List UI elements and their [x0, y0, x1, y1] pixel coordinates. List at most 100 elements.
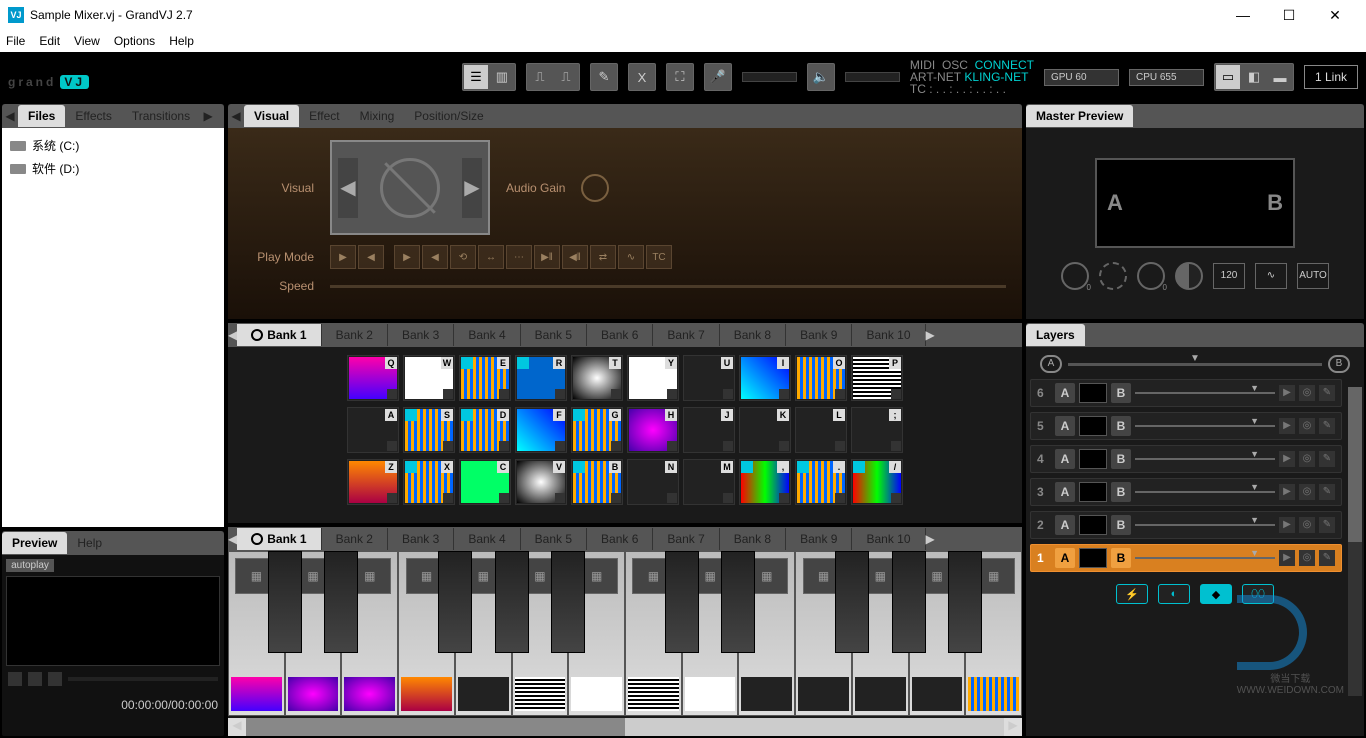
layer-b-button[interactable]: B — [1111, 515, 1131, 535]
menu-help[interactable]: Help — [169, 34, 194, 48]
bank-cell[interactable]: Z — [347, 459, 399, 505]
link-indicator[interactable]: 1 Link — [1304, 65, 1358, 89]
layer-a-button[interactable]: A — [1055, 482, 1075, 502]
bank2-tab-2[interactable]: Bank 2 — [322, 528, 388, 550]
tool-button-1[interactable]: ⎍ — [528, 65, 552, 89]
layer-a-button[interactable]: A — [1055, 449, 1075, 469]
bank2-tab-8[interactable]: Bank 8 — [720, 528, 786, 550]
bank2-tab-6[interactable]: Bank 6 — [587, 528, 653, 550]
bank-cell[interactable]: R — [515, 355, 567, 401]
minimize-button[interactable]: ― — [1220, 0, 1266, 30]
bank-cell[interactable]: . — [795, 459, 847, 505]
pm-pause2[interactable]: ◀‖ — [562, 245, 588, 269]
close-button[interactable]: ✕ — [1312, 0, 1358, 30]
layer-slider[interactable] — [1135, 524, 1275, 526]
layer-play-icon[interactable]: ▶ — [1279, 517, 1295, 533]
layer-edit-icon[interactable]: ✎ — [1319, 550, 1335, 566]
piano-black-key[interactable] — [948, 551, 982, 653]
layout-2-button[interactable]: ◧ — [1242, 65, 1266, 89]
bank2-tab-4[interactable]: Bank 4 — [454, 528, 520, 550]
drive-d[interactable]: 软件 (D:) — [8, 157, 218, 180]
bank-tab-5[interactable]: Bank 5 — [521, 324, 587, 346]
visual-slot[interactable]: ◀ ▶ — [330, 140, 490, 235]
file-browser[interactable]: 系统 (C:) 软件 (D:) — [2, 128, 224, 527]
drive-c[interactable]: 系统 (C:) — [8, 134, 218, 157]
bank-cell[interactable]: T — [571, 355, 623, 401]
bank2-prev[interactable]: ◀ — [228, 532, 237, 546]
tab-mixing[interactable]: Mixing — [350, 105, 405, 127]
layer-edit-icon[interactable]: ✎ — [1319, 484, 1335, 500]
bank-cell[interactable]: J — [683, 407, 735, 453]
layer-edit-icon[interactable]: ✎ — [1319, 451, 1335, 467]
contrast-knob[interactable] — [1175, 262, 1203, 290]
pm-back[interactable]: ◀ — [358, 245, 384, 269]
preview-vol[interactable] — [48, 672, 62, 686]
layer-b-button[interactable]: B — [1111, 482, 1131, 502]
layer-slider[interactable] — [1135, 491, 1275, 493]
bank-tab-7[interactable]: Bank 7 — [653, 324, 719, 346]
layer-row[interactable]: 3 A B ▶ ◎ ✎ — [1030, 478, 1342, 506]
bank-cell[interactable]: A — [347, 407, 399, 453]
layer-play-icon[interactable]: ▶ — [1279, 484, 1295, 500]
layer-b-button[interactable]: B — [1111, 416, 1131, 436]
bank-cell[interactable]: S — [403, 407, 455, 453]
bank-tab-4[interactable]: Bank 4 — [454, 324, 520, 346]
maximize-button[interactable]: ☐ — [1266, 0, 1312, 30]
bank-cell[interactable]: G — [571, 407, 623, 453]
layer-target-icon[interactable]: ◎ — [1299, 517, 1315, 533]
layer-flash-icon[interactable]: ⚡ — [1116, 584, 1148, 604]
bank-cell[interactable]: Y — [627, 355, 679, 401]
preview-play[interactable] — [8, 672, 22, 686]
layer-row[interactable]: 5 A B ▶ ◎ ✎ — [1030, 412, 1342, 440]
pm-tc[interactable]: TC — [646, 245, 672, 269]
bank-cell[interactable]: ; — [851, 407, 903, 453]
mic-button[interactable]: 🎤 — [706, 65, 730, 89]
auto-box[interactable]: AUTO — [1297, 263, 1329, 289]
layer-play-icon[interactable]: ▶ — [1279, 418, 1295, 434]
menu-view[interactable]: View — [74, 34, 100, 48]
piano-black-key[interactable] — [551, 551, 585, 653]
layer-a-button[interactable]: A — [1055, 515, 1075, 535]
bank2-tab-3[interactable]: Bank 3 — [388, 528, 454, 550]
knob-3[interactable]: 0 — [1137, 262, 1165, 290]
layer-a-button[interactable]: A — [1055, 416, 1075, 436]
speaker-button[interactable]: 🔈 — [809, 65, 833, 89]
piano-black-key[interactable] — [324, 551, 358, 653]
tab-files[interactable]: Files — [18, 105, 65, 127]
layer-play-icon[interactable]: ▶ — [1279, 385, 1295, 401]
vtab-prev[interactable]: ◀ — [228, 109, 244, 123]
bank-cell[interactable]: E — [459, 355, 511, 401]
wave-box[interactable]: ∿ — [1255, 263, 1287, 289]
layers-scrollbar[interactable] — [1348, 387, 1362, 696]
piano-black-key[interactable] — [268, 551, 302, 653]
bank-cell[interactable]: N — [627, 459, 679, 505]
bank-cell[interactable]: P — [851, 355, 903, 401]
bank-tab-6[interactable]: Bank 6 — [587, 324, 653, 346]
pm-fwd[interactable]: ▶ — [394, 245, 420, 269]
layout-3-button[interactable]: ▬ — [1268, 65, 1292, 89]
layer-link-icon[interactable]: ⬯⬯ — [1242, 584, 1274, 604]
tab-effects[interactable]: Effects — [65, 105, 121, 127]
pm-play[interactable]: ▶ — [330, 245, 356, 269]
piano-black-key[interactable] — [892, 551, 926, 653]
bank-cell[interactable]: V — [515, 459, 567, 505]
tab-position[interactable]: Position/Size — [404, 105, 493, 127]
tab-prev[interactable]: ◀ — [2, 109, 18, 123]
menu-options[interactable]: Options — [114, 34, 155, 48]
layer-row[interactable]: 1 A B ▶ ◎ ✎ — [1030, 544, 1342, 572]
layer-edit-icon[interactable]: ✎ — [1319, 517, 1335, 533]
pm-pause[interactable]: ▶‖ — [534, 245, 560, 269]
layer-target-icon[interactable]: ◎ — [1299, 451, 1315, 467]
brightness-knob[interactable] — [1099, 262, 1127, 290]
xfade-b[interactable]: B — [1328, 355, 1350, 373]
bank-cell[interactable]: X — [403, 459, 455, 505]
piano-black-key[interactable] — [835, 551, 869, 653]
tool-button-2[interactable]: ⎍ — [554, 65, 578, 89]
tab-transitions[interactable]: Transitions — [122, 105, 200, 127]
layer-target-icon[interactable]: ◎ — [1299, 484, 1315, 500]
pm-rew[interactable]: ◀ — [422, 245, 448, 269]
layer-play-icon[interactable]: ▶ — [1279, 451, 1295, 467]
piano-black-key[interactable] — [665, 551, 699, 653]
bank-cell[interactable]: / — [851, 459, 903, 505]
piano-black-key[interactable] — [438, 551, 472, 653]
